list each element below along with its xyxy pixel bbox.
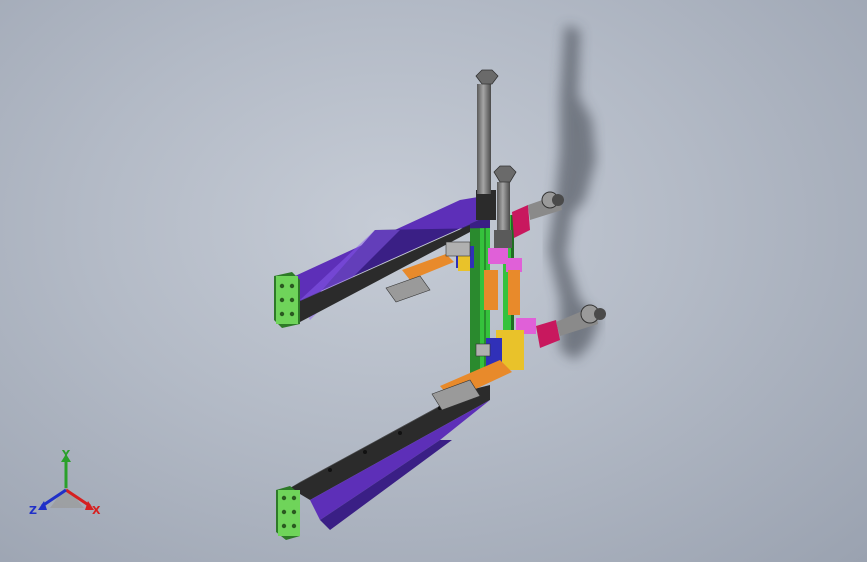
x-axis-label: X	[92, 504, 101, 517]
lower-gripper	[431, 304, 606, 411]
graphics-viewport[interactable]: Y X Z	[0, 0, 867, 562]
cad-model[interactable]	[0, 0, 867, 562]
lower-arm	[290, 385, 490, 530]
y-axis-label: Y	[61, 448, 71, 461]
axis-triad: Y X Z	[29, 448, 101, 517]
upper-end-plate	[274, 272, 300, 328]
lower-end-plate	[276, 486, 300, 540]
z-axis-label: Z	[29, 504, 37, 517]
